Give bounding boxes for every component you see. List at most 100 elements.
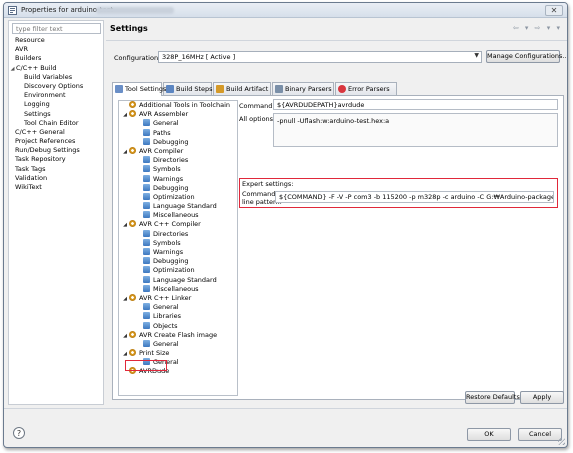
nav-item[interactable]: Project References <box>9 137 105 146</box>
tool-tree-label: Symbols <box>153 165 181 174</box>
nav-item[interactable]: C/C++ General <box>9 128 105 137</box>
tool-tree-item[interactable]: ◢ AVR Create Flash image <box>119 330 237 340</box>
tool-gear-icon <box>129 293 136 301</box>
option-page-icon <box>143 257 150 265</box>
tool-tree-item[interactable]: Language Standard <box>119 202 237 211</box>
nav-item[interactable]: AVR <box>9 45 105 54</box>
settings-pane: Settings ⇦ ▾ ⇨ ▾ ▾ Configuration: 328P_1… <box>106 20 567 405</box>
nav-item[interactable]: Settings <box>9 110 105 119</box>
help-icon[interactable]: ? <box>13 427 25 439</box>
tool-tree-label: Additional Tools in Toolchain <box>139 101 230 109</box>
tab-tool-settings[interactable]: Tool Settings <box>112 82 166 96</box>
tool-tree-item[interactable]: General <box>119 119 237 128</box>
restore-defaults-button[interactable]: Restore Defaults <box>465 391 520 404</box>
tab-binary-parsers[interactable]: Binary Parsers <box>272 82 334 95</box>
nav-item-label: Settings <box>24 109 51 118</box>
command-line-pattern-input[interactable]: ${COMMAND} -F -V -P com3 -b 115200 -p m3… <box>275 191 554 203</box>
tool-tree-item[interactable]: Directories <box>119 156 237 165</box>
tool-tree-label: Print Size <box>139 349 170 358</box>
nav-item[interactable]: Tool Chain Editor <box>9 119 105 128</box>
option-page-icon <box>143 165 150 173</box>
configuration-select[interactable]: 328P_16MHz [ Active ] ▼ <box>158 51 482 63</box>
error-parsers-icon <box>338 85 346 93</box>
tool-tree-label: Libraries <box>153 312 182 321</box>
tool-tree-item[interactable]: Miscellaneous <box>119 284 237 294</box>
option-page-icon <box>143 266 150 274</box>
expand-arrow-icon[interactable]: ◢ <box>9 65 16 74</box>
tool-tree-label: General <box>153 339 179 348</box>
filter-input[interactable] <box>12 23 101 34</box>
tool-tree-label: Directories <box>153 229 189 238</box>
option-page-icon <box>143 183 150 191</box>
apply-button[interactable]: Apply <box>520 391 564 404</box>
tool-tree-item[interactable]: Paths <box>119 128 237 138</box>
manage-configurations-button[interactable]: Manage Configurations... <box>486 50 567 63</box>
tool-tree-item[interactable]: ◢ AVR Assembler <box>119 110 237 119</box>
tool-tree-item[interactable]: ◢ AVR C++ Compiler <box>119 220 237 229</box>
tool-tree-item[interactable]: Optimization <box>119 192 237 202</box>
nav-item[interactable]: Task Tags <box>9 165 105 174</box>
tool-tree-item[interactable]: Debugging <box>119 257 237 266</box>
option-page-icon <box>143 275 150 283</box>
tool-tree-item[interactable]: Warnings <box>119 174 237 184</box>
tool-gear-icon <box>129 349 136 357</box>
tool-tree-label: Warnings <box>153 248 184 256</box>
binary-parsers-icon <box>275 85 283 93</box>
tool-tree-item[interactable]: Optimization <box>119 266 237 275</box>
tool-tree-label: Debugging <box>153 183 189 192</box>
tab-build-artifact[interactable]: Build Artifact <box>213 82 271 95</box>
tool-tree-item[interactable]: General <box>119 303 237 312</box>
nav-item[interactable]: Build Variables <box>9 73 105 82</box>
nav-item[interactable]: Discovery Options <box>9 82 105 91</box>
resize-grip[interactable] <box>558 438 565 445</box>
tool-gear-icon <box>129 330 136 338</box>
option-page-icon <box>143 312 150 320</box>
tool-tree-item[interactable]: Miscellaneous <box>119 211 237 220</box>
close-window-button[interactable]: ✕ <box>545 5 563 16</box>
nav-tree: Resource AVR Builders ◢ C/C++ Build Build Var… <box>9 36 105 192</box>
tool-tree-item[interactable]: ◢ AVR Compiler <box>119 146 237 156</box>
all-options-textarea[interactable]: -pnull -Uflash:w:arduino-test.hex:a <box>273 113 558 147</box>
option-page-icon <box>143 238 150 246</box>
nav-item[interactable]: Resource <box>9 36 105 45</box>
tool-tree-label: Warnings <box>153 174 184 183</box>
tab-build-steps[interactable]: Build Steps <box>163 82 213 95</box>
tool-gear-icon <box>129 101 136 108</box>
nav-item[interactable]: Run/Debug Settings <box>9 146 105 155</box>
tool-tree-label: Directories <box>153 156 189 165</box>
tool-tree-item[interactable]: Objects <box>119 321 237 331</box>
tool-tree-item[interactable]: Libraries <box>119 312 237 321</box>
option-page-icon <box>143 211 150 219</box>
cancel-button[interactable]: Cancel <box>518 428 562 441</box>
tool-tree-item[interactable]: Additional Tools in Toolchain <box>119 101 237 110</box>
tool-tree-label: AVR Create Flash image <box>139 330 218 339</box>
nav-item[interactable]: Builders <box>9 54 105 63</box>
nav-item[interactable]: WikiText <box>9 183 105 192</box>
tool-gear-icon <box>129 110 136 118</box>
tool-tree-item[interactable]: ◢ AVR C++ Linker <box>119 293 237 303</box>
nav-item[interactable]: Environment <box>9 91 105 100</box>
tool-tree-item[interactable]: ◢ Print Size <box>119 349 237 358</box>
nav-item[interactable]: Task Repository <box>9 155 105 164</box>
nav-item[interactable]: Validation <box>9 174 105 183</box>
tool-tree-item[interactable]: Debugging <box>119 137 237 147</box>
tool-tree-item[interactable]: Warnings <box>119 248 237 257</box>
option-page-icon <box>143 339 150 347</box>
option-page-icon <box>143 229 150 237</box>
nav-item[interactable]: ◢ C/C++ Build <box>9 64 105 73</box>
nav-item-label: Task Repository <box>15 155 66 164</box>
ok-button[interactable]: OK <box>467 428 511 441</box>
history-nav-arrows[interactable]: ⇦ ▾ ⇨ ▾ ▾ <box>513 24 562 32</box>
option-page-icon <box>143 284 150 292</box>
property-page-nav: ResourceAVRBuilders◢C/C++ BuildBuild Var… <box>8 20 104 405</box>
tool-tree-item[interactable]: Directories <box>119 229 237 239</box>
tool-tree-item[interactable]: General <box>119 339 237 349</box>
command-input[interactable]: ${AVRDUDEPATH}avrdude <box>273 99 558 110</box>
tool-tree-item[interactable]: Symbols <box>119 238 237 248</box>
tool-tree-item[interactable]: Language Standard <box>119 275 237 285</box>
tab-error-parsers[interactable]: Error Parsers <box>335 82 397 95</box>
nav-item-label: Resource <box>15 36 45 44</box>
nav-item[interactable]: Logging <box>9 100 105 109</box>
tool-tree-item[interactable]: Symbols <box>119 165 237 174</box>
tool-tree-item[interactable]: Debugging <box>119 183 237 193</box>
